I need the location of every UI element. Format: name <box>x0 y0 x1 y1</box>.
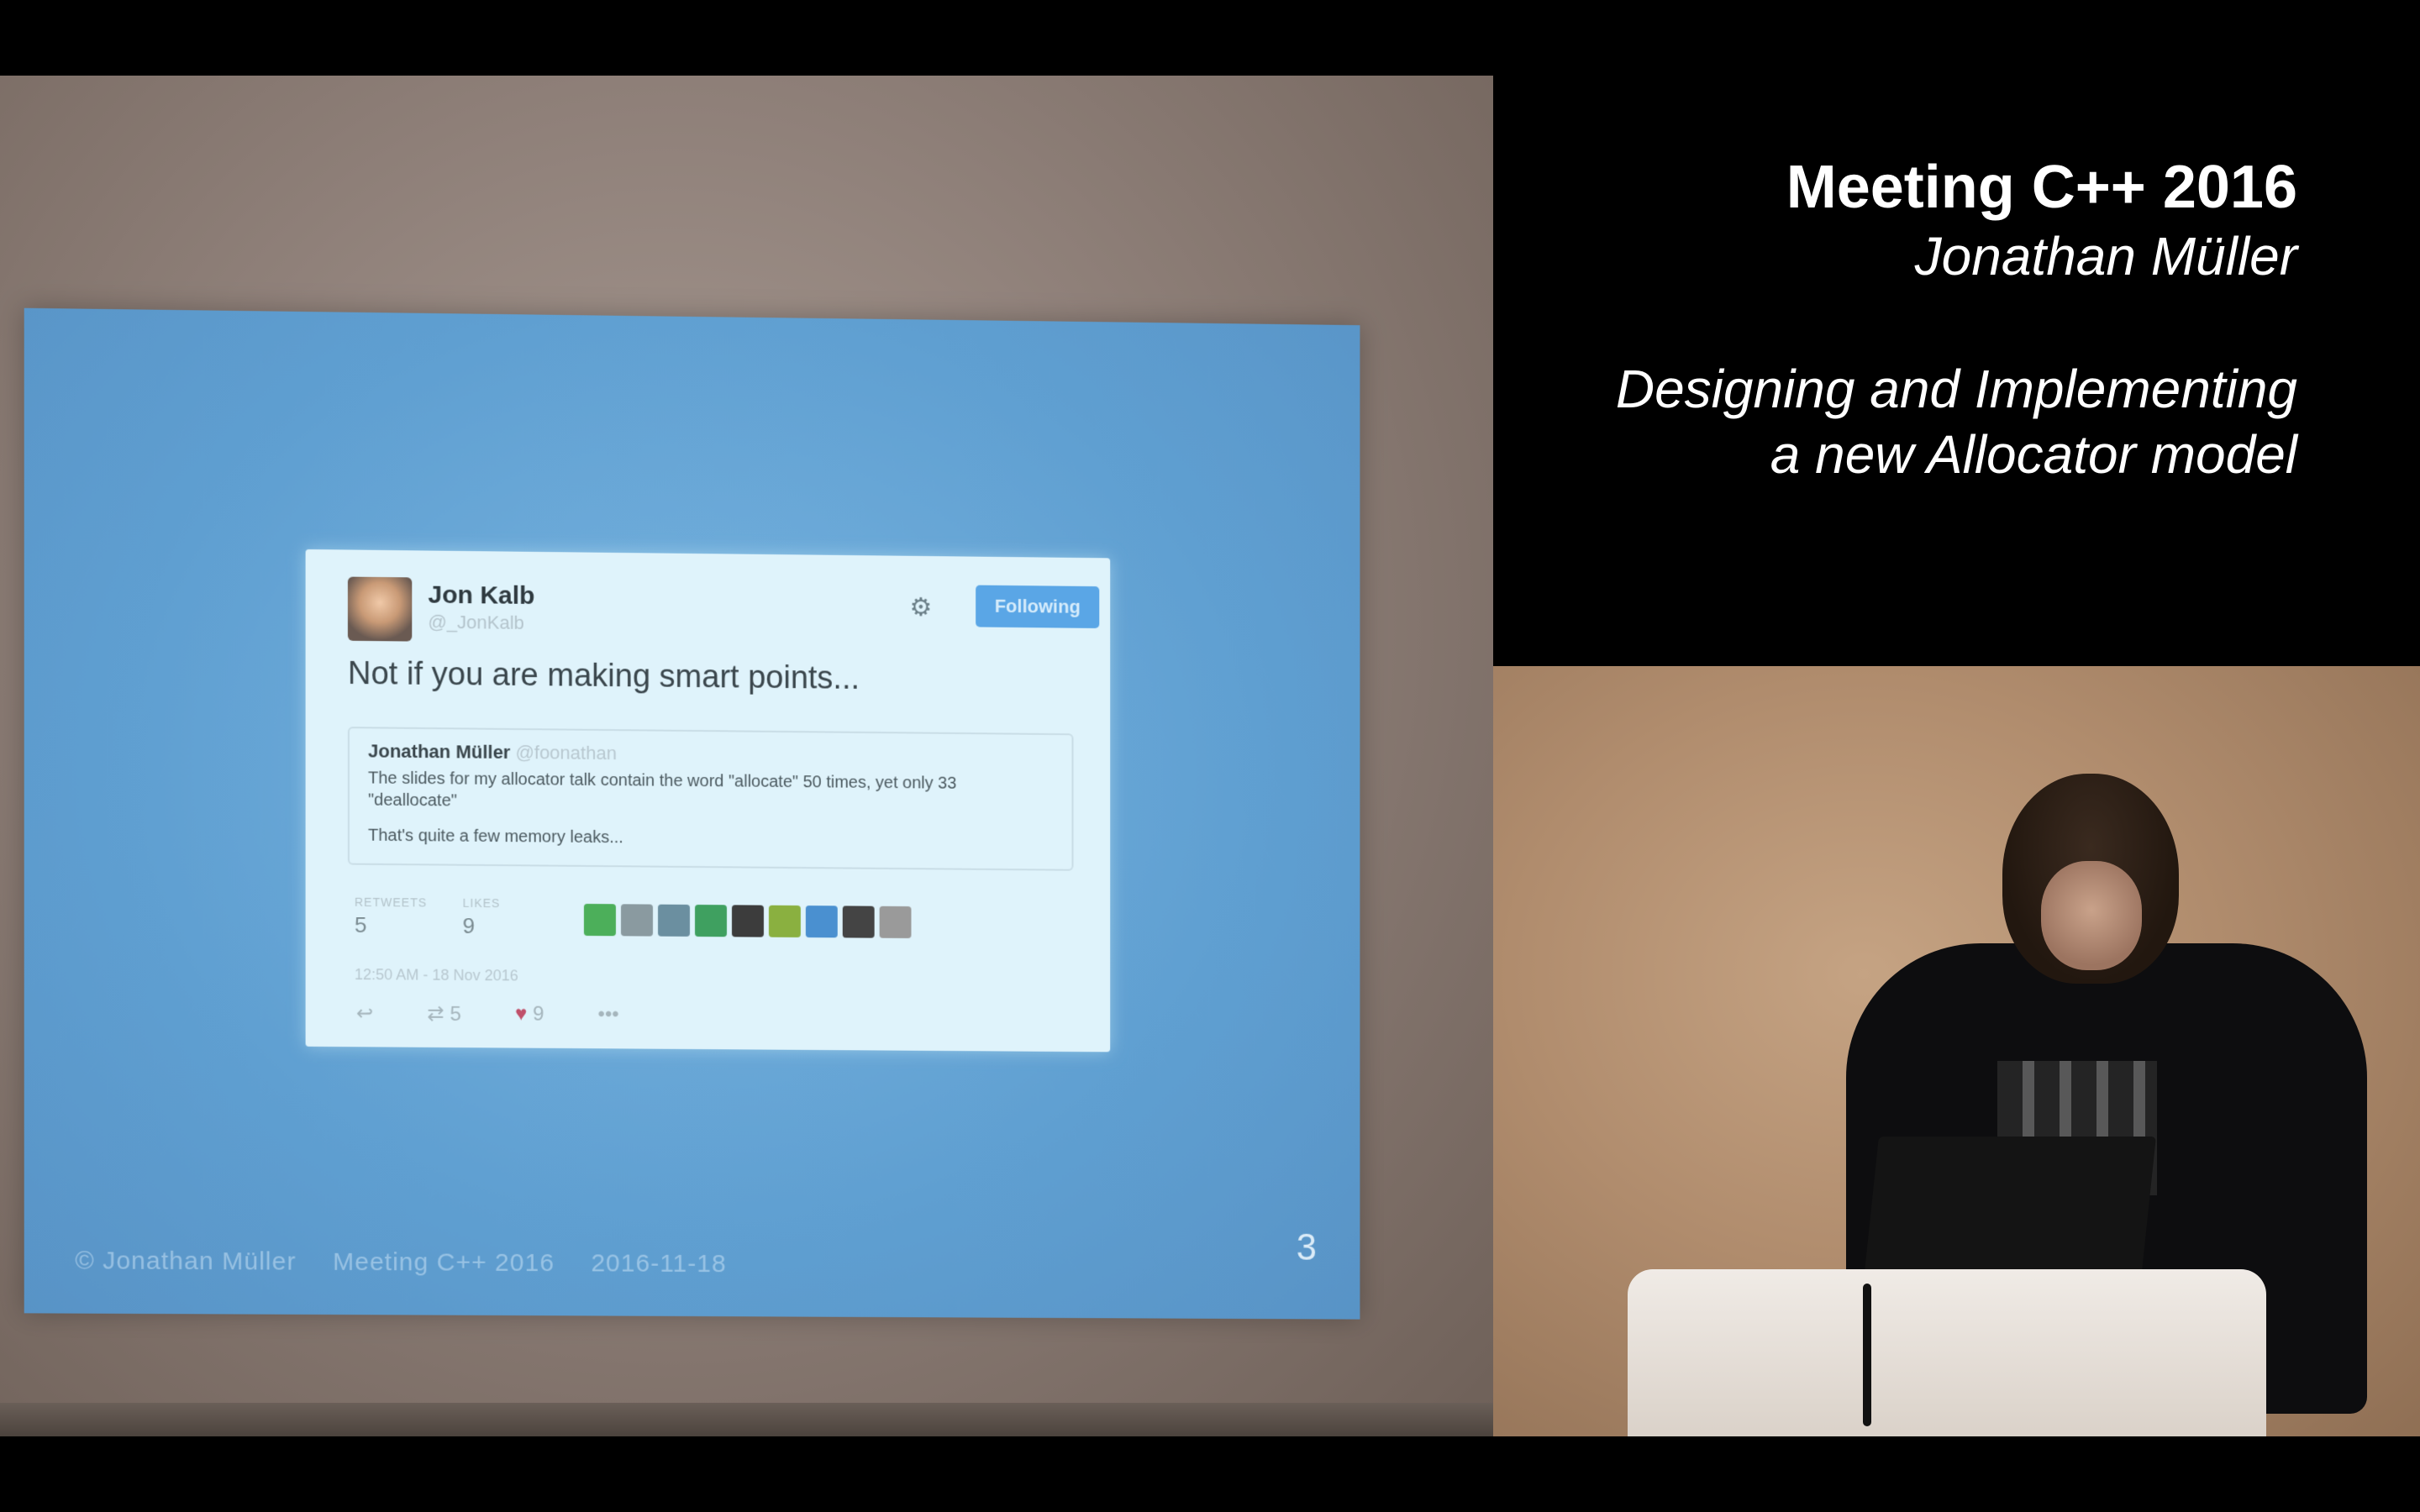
retweet-action: ⇄ 5 <box>427 1002 460 1026</box>
title-panel: Meeting C++ 2016 Jonathan Müller Designi… <box>1493 76 2420 666</box>
more-icon: ••• <box>597 1003 619 1026</box>
room-floor <box>0 1403 1493 1436</box>
tweet-card: Jon Kalb @_JonKalb ⚙ Following Not if yo… <box>305 549 1111 1053</box>
event-title: Meeting C++ 2016 <box>1786 154 2297 221</box>
retweet-action-count: 5 <box>450 1002 461 1026</box>
likes-count: 9 <box>462 912 476 938</box>
laptop <box>1864 1137 2156 1279</box>
talk-title: Designing and Implementing a new Allocat… <box>1616 356 2297 487</box>
speaker-camera-feed <box>1493 666 2420 1436</box>
avatar <box>347 576 413 642</box>
footer-date: 2016-11-18 <box>591 1249 727 1278</box>
likes-label: LIKES <box>462 895 501 911</box>
gear-icon: ⚙ <box>909 593 933 622</box>
tweet-text: Not if you are making smart points... <box>347 655 860 696</box>
quoted-author-handle: @foonathan <box>515 741 617 764</box>
retweets-label: RETWEETS <box>354 895 428 910</box>
following-button: Following <box>976 585 1100 628</box>
quoted-tweet-text: The slides for my allocator talk contain… <box>368 769 957 811</box>
tweet-author-name: Jon Kalb <box>428 580 535 611</box>
tweet-author-handle: @_JonKalb <box>428 611 524 633</box>
liker-avatar <box>695 904 727 937</box>
speaker-name: Jonathan Müller <box>1914 226 2297 286</box>
quoted-tweet: Jonathan Müller @foonathan The slides for… <box>347 727 1074 871</box>
liker-avatars <box>583 903 912 938</box>
letterbox-top <box>0 0 2420 76</box>
microphone-cable <box>1863 1284 1871 1426</box>
projected-slide: Jon Kalb @_JonKalb ⚙ Following Not if yo… <box>24 307 1360 1320</box>
footer-event: Meeting C++ 2016 <box>333 1247 555 1278</box>
letterbox-bottom <box>0 1436 2420 1512</box>
liker-avatar <box>879 906 912 938</box>
tweet-timestamp: 12:50 AM - 18 Nov 2016 <box>354 965 518 984</box>
liker-avatar <box>583 903 616 937</box>
speaker-face <box>2041 861 2142 970</box>
heart-icon: ♥ <box>514 1002 528 1026</box>
quoted-tweet-extra: That's quite a few memory leaks... <box>368 826 623 848</box>
liker-avatar <box>731 905 764 937</box>
slide-footer: © Jonathan Müller Meeting C++ 2016 2016-… <box>75 1247 755 1278</box>
liker-avatar <box>842 906 875 938</box>
footer-author: © Jonathan Müller <box>75 1247 297 1276</box>
liker-avatar <box>768 905 801 937</box>
liker-avatar <box>657 904 691 937</box>
liker-avatar <box>805 906 838 938</box>
lecture-room-wall: Jon Kalb @_JonKalb ⚙ Following Not if yo… <box>0 76 1493 1436</box>
liker-avatar <box>620 904 653 937</box>
quoted-tweet-author: Jonathan Müller @foonathan <box>368 740 617 764</box>
talk-title-line-1: Designing and Implementing <box>1615 359 2297 419</box>
retweets-count: 5 <box>354 911 367 937</box>
reply-icon: ↩ <box>355 1002 374 1026</box>
podium <box>1628 1269 2266 1436</box>
like-action: ♥ 9 <box>515 1002 544 1026</box>
slide-page-number: 3 <box>1296 1226 1318 1268</box>
retweet-icon: ⇄ <box>427 1002 445 1026</box>
like-action-count: 9 <box>532 1002 544 1026</box>
talk-title-line-2: a new Allocator model <box>1770 424 2297 485</box>
tweet-actions: ↩ ⇄ 5 ♥ 9 ••• <box>356 1001 619 1027</box>
quoted-author-name: Jonathan Müller <box>368 740 511 763</box>
